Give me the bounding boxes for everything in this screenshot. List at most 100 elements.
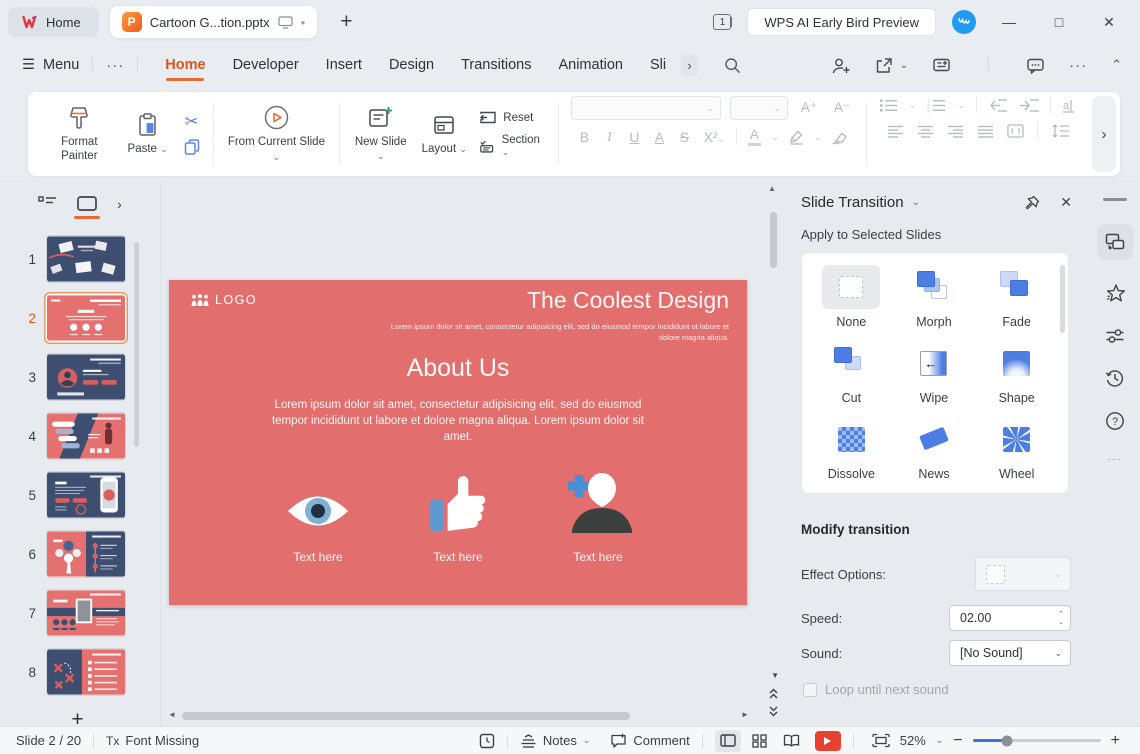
slide-subtitle[interactable]: Lorem ipsum dolor sit amet, consectetur …	[389, 321, 729, 344]
slide-feature-eye[interactable]: Text here	[263, 462, 373, 564]
loop-sound-checkbox[interactable]	[803, 683, 817, 697]
panel-title[interactable]: Slide Transition	[801, 194, 904, 211]
align-right-button[interactable]	[947, 125, 964, 138]
comment-bubble-icon[interactable]	[1026, 57, 1045, 74]
more-tabs-icon[interactable]: ···	[106, 57, 124, 74]
zoom-out-button[interactable]: −	[953, 732, 962, 750]
horizontal-scrollbar[interactable]	[182, 712, 630, 720]
tab-home[interactable]: Home	[165, 47, 205, 83]
bold-button[interactable]: B	[576, 130, 592, 145]
paste-button[interactable]: Paste ⌄	[125, 112, 171, 156]
new-tab-button[interactable]: +	[340, 10, 352, 34]
numbered-list-button[interactable]: 123	[927, 98, 946, 113]
decrease-indent-button[interactable]	[988, 98, 1008, 113]
rail-more-icon[interactable]: ···	[1108, 454, 1123, 464]
speed-spinner[interactable]: 02.00 ⌃⌄	[949, 605, 1071, 631]
slide-thumbnail-8[interactable]: 8	[20, 649, 125, 695]
character-border-button[interactable]: A	[651, 130, 667, 145]
chevron-down-icon[interactable]: ⌄	[912, 197, 920, 208]
pin-panel-icon[interactable]	[1024, 195, 1040, 211]
tabs-overflow-button[interactable]: ›	[681, 54, 698, 76]
tab-developer[interactable]: Developer	[233, 47, 299, 83]
highlight-color-button[interactable]	[788, 129, 805, 145]
current-slide[interactable]: LOGO The Coolest Design Lorem ipsum dolo…	[169, 280, 747, 605]
zoom-level[interactable]: 52%	[900, 733, 926, 748]
transition-option-dissolve[interactable]: Dissolve	[810, 415, 893, 481]
format-painter-button[interactable]: Format Painter	[46, 105, 113, 163]
timer-icon[interactable]	[479, 733, 495, 749]
notes-button[interactable]: Notes ⌄	[520, 733, 591, 748]
slide-sorter-view-button[interactable]	[747, 730, 773, 752]
rail-history-icon[interactable]	[1105, 368, 1125, 388]
increase-indent-button[interactable]	[1019, 98, 1039, 113]
wps-ai-assistant-icon[interactable]	[952, 10, 976, 34]
document-tab[interactable]: P Cartoon G...tion.pptx •	[109, 5, 319, 39]
slide-thumbnail-4[interactable]: 4	[20, 413, 125, 459]
rail-transition-button-active[interactable]	[1097, 224, 1133, 260]
transition-option-cut[interactable]: Cut	[810, 339, 893, 405]
slide-view-button[interactable]	[77, 196, 97, 217]
close-panel-icon[interactable]: ✕	[1060, 194, 1072, 211]
window-stack-icon[interactable]: 1	[713, 14, 731, 30]
main-menu-button[interactable]: ☰ Menu	[22, 57, 79, 73]
reset-button[interactable]: Reset	[479, 110, 533, 125]
wps-ai-button[interactable]: WPS AI Early Bird Preview	[747, 8, 936, 36]
thumbnail-image[interactable]	[47, 295, 125, 341]
tab-design[interactable]: Design	[389, 47, 434, 83]
gallery-scrollbar[interactable]	[1060, 265, 1065, 333]
thumbnail-image[interactable]	[47, 531, 125, 577]
thumbnail-image[interactable]	[47, 472, 125, 518]
home-tab[interactable]: Home	[8, 7, 99, 37]
share-icon[interactable]	[875, 57, 894, 74]
scroll-right-arrow[interactable]: ►	[741, 710, 749, 719]
previous-slide-button[interactable]	[768, 687, 779, 700]
transition-option-wheel[interactable]: Wheel	[975, 415, 1058, 481]
zoom-slider[interactable]	[973, 739, 1101, 742]
tab-transitions[interactable]: Transitions	[461, 47, 531, 83]
close-button[interactable]: ✕	[1092, 14, 1126, 31]
thumbnail-image[interactable]	[47, 354, 125, 400]
ribbon-expand-button[interactable]: ›	[1092, 96, 1116, 172]
zoom-in-button[interactable]: +	[1111, 732, 1120, 750]
transition-option-news[interactable]: News	[893, 415, 976, 481]
search-icon[interactable]	[724, 57, 741, 74]
maximize-button[interactable]: □	[1042, 14, 1076, 30]
section-button[interactable]: Section ⌄	[479, 134, 546, 158]
scroll-left-arrow[interactable]: ◄	[168, 710, 176, 719]
superscript-button[interactable]: X²⌄	[701, 130, 727, 145]
thumbnail-image[interactable]	[47, 413, 125, 459]
slide-thumbnail-7[interactable]: 7	[20, 590, 125, 636]
effect-options-select[interactable]: ⌄	[975, 557, 1071, 591]
slide-feature-add-user[interactable]: Text here	[543, 462, 653, 564]
chevron-down-icon[interactable]: ⌄	[909, 100, 917, 111]
comment-button[interactable]: Comment	[610, 733, 689, 748]
thumbnail-image[interactable]	[47, 649, 125, 695]
justify-button[interactable]	[977, 125, 994, 138]
chevron-down-icon[interactable]: ⌄	[771, 132, 779, 143]
clear-format-icon[interactable]	[830, 130, 848, 145]
copy-icon[interactable]	[183, 138, 201, 156]
chevron-down-icon[interactable]: ⌄	[936, 735, 944, 746]
columns-button[interactable]	[1007, 124, 1024, 138]
strikethrough-button[interactable]: S	[676, 130, 692, 145]
slide-thumbnail-1[interactable]: 1	[20, 236, 125, 282]
slide-thumbnail-6[interactable]: 6	[20, 531, 125, 577]
underline-button[interactable]: U	[626, 130, 642, 145]
slide-body-text[interactable]: Lorem ipsum dolor sit amet, consectetur …	[258, 397, 658, 445]
italic-button[interactable]: I	[601, 129, 617, 145]
next-slide-button[interactable]	[768, 705, 779, 718]
tab-animation[interactable]: Animation	[558, 47, 622, 83]
start-slideshow-button[interactable]	[815, 731, 841, 751]
chevron-down-icon[interactable]: ⌄	[814, 132, 822, 143]
bullet-list-button[interactable]	[879, 98, 898, 113]
reading-view-button[interactable]	[779, 730, 805, 752]
rail-help-icon[interactable]: ?	[1105, 411, 1125, 431]
zoom-slider-knob[interactable]	[1002, 735, 1013, 746]
layout-button[interactable]: Layout ⌄	[421, 112, 467, 156]
share-user-icon[interactable]	[832, 57, 851, 74]
rail-collapse-handle[interactable]	[1103, 198, 1127, 201]
thumbnail-image[interactable]	[47, 236, 125, 282]
slide-heading[interactable]: About Us	[169, 354, 747, 383]
slide-thumbnail-5[interactable]: 5	[20, 472, 125, 518]
scroll-up-arrow[interactable]: ▲	[768, 184, 776, 193]
